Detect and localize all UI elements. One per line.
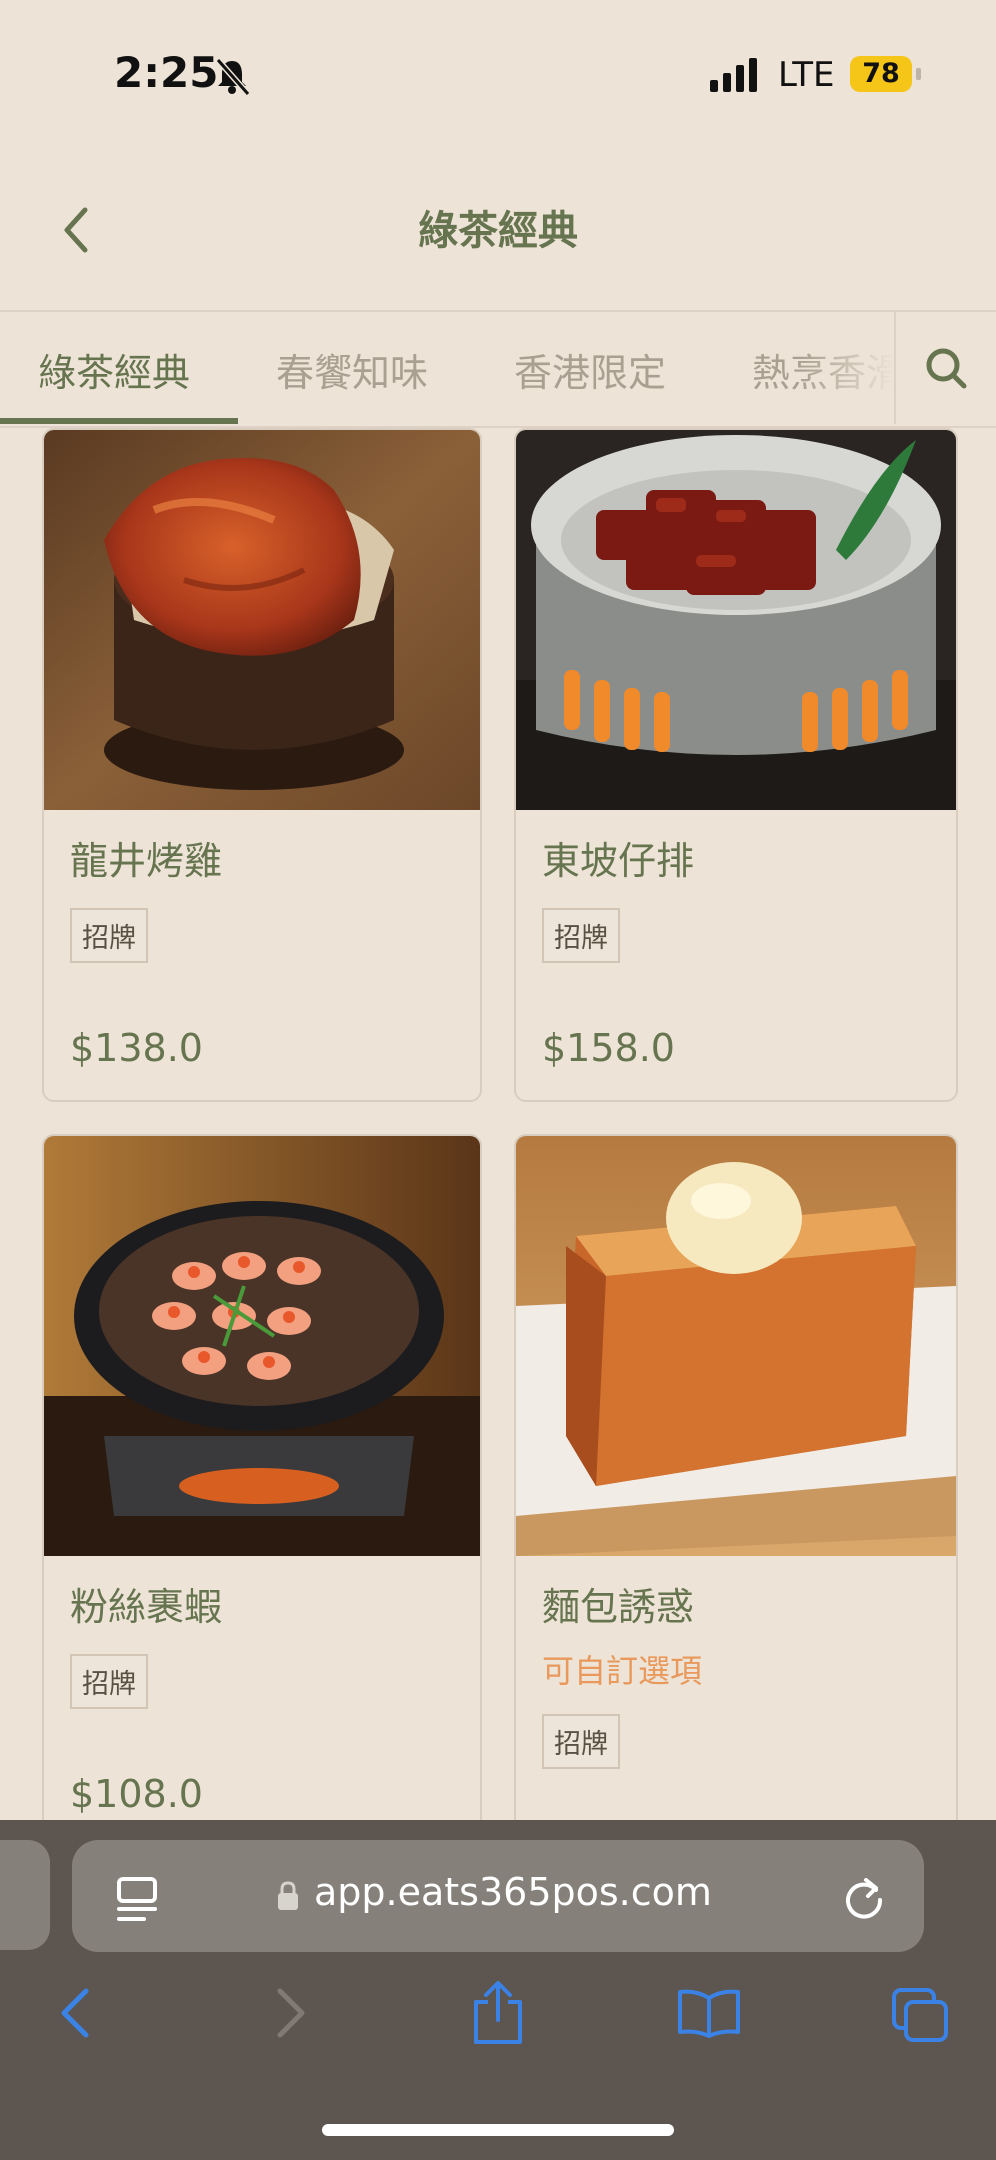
address-bar[interactable]: app.eats365pos.com [72, 1840, 924, 1952]
cellular-signal-icon [710, 58, 757, 92]
vermicelli-shrimp-image [44, 1136, 480, 1556]
tab-category-3[interactable]: 香港限定 [514, 342, 666, 397]
silent-bell-icon [215, 58, 251, 96]
honey-toast-image [516, 1136, 956, 1556]
url-text: app.eats365pos.com [314, 1870, 712, 1914]
search-button[interactable] [894, 312, 996, 424]
network-type: LTE [778, 55, 835, 95]
tabs-icon[interactable] [890, 1986, 950, 2044]
signature-badge: 招牌 [70, 908, 148, 963]
lock-icon [278, 1881, 298, 1910]
roast-chicken-image [44, 430, 480, 810]
reload-icon[interactable] [842, 1874, 886, 1920]
home-indicator [322, 2124, 674, 2136]
back-arrow-icon[interactable] [56, 1985, 96, 2041]
page-title: 綠茶經典 [418, 208, 578, 254]
tab-category-2[interactable]: 春饗知味 [276, 342, 428, 397]
menu-item-card[interactable]: 龍井烤雞 招牌 $138.0 [42, 428, 482, 1102]
browser-toolbar: app.eats365pos.com [0, 1820, 996, 2160]
dongpo-ribs-image [516, 430, 956, 810]
menu-item-name: 麵包誘惑 [542, 1585, 695, 1629]
reader-mode-icon[interactable] [116, 1876, 160, 1924]
category-tabs: 綠茶經典 春饗知味 香港限定 熱烹香滑 [0, 312, 996, 428]
previous-tab-stub[interactable] [0, 1840, 50, 1950]
status-time: 2:25 [114, 48, 219, 97]
menu-item-price: $158.0 [542, 1026, 675, 1070]
menu-item-price: $108.0 [70, 1772, 203, 1816]
battery-level: 78 [862, 58, 900, 89]
menu-item-card[interactable]: 東坡仔排 招牌 $158.0 [514, 428, 958, 1102]
menu-item-name: 粉絲裹蝦 [70, 1585, 223, 1629]
forward-arrow-icon[interactable] [270, 1985, 310, 2041]
share-icon[interactable] [470, 1980, 526, 2046]
active-tab-indicator [0, 418, 238, 424]
signature-badge: 招牌 [542, 1714, 620, 1769]
menu-item-price: $138.0 [70, 1026, 203, 1070]
search-icon [926, 348, 967, 389]
battery-tip [916, 68, 921, 80]
tab-category-1[interactable]: 綠茶經典 [38, 342, 190, 397]
bookmarks-icon[interactable] [676, 1988, 742, 2038]
signature-badge: 招牌 [542, 908, 620, 963]
battery-indicator: 78 [850, 56, 921, 92]
tab-scroll-fade [800, 312, 894, 424]
menu-item-card[interactable]: 麵包誘惑 可自訂選項 招牌 [514, 1134, 958, 1868]
menu-item-name: 東坡仔排 [542, 839, 695, 883]
signature-badge: 招牌 [70, 1654, 148, 1709]
customizable-option-note: 可自訂選項 [542, 1652, 703, 1690]
menu-item-name: 龍井烤雞 [70, 839, 223, 883]
status-bar: 2:25 LTE 78 [0, 0, 996, 150]
menu-item-card[interactable]: 粉絲裹蝦 招牌 $108.0 [42, 1134, 482, 1868]
